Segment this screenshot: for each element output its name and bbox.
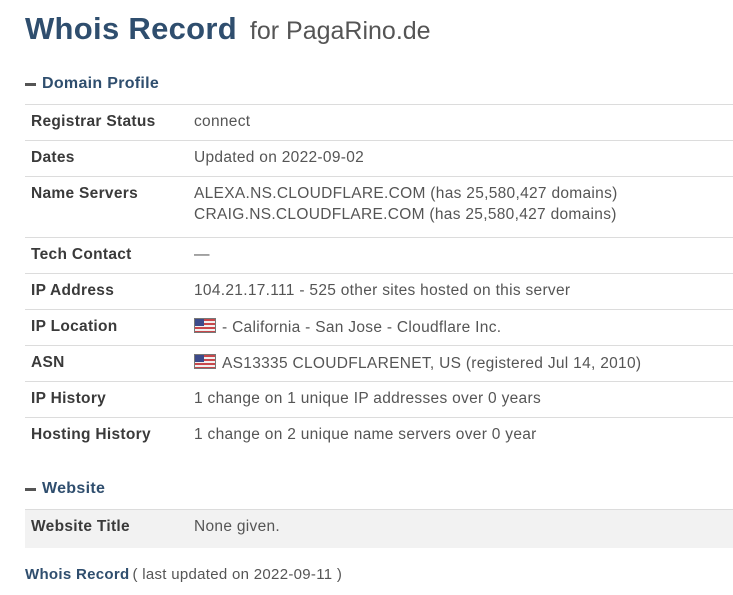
table-row: Website Title None given. bbox=[25, 509, 733, 548]
footer: Whois Record( last updated on 2022-09-11… bbox=[25, 566, 342, 583]
row-label: Hosting History bbox=[25, 417, 194, 454]
name-server-2[interactable]: CRAIG.NS.CLOUDFLARE.COM (has 25,580,427 … bbox=[194, 206, 733, 224]
row-value: Updated on 2022-09-02 bbox=[194, 140, 733, 177]
row-value: None given. bbox=[194, 509, 733, 548]
row-label: Website Title bbox=[25, 509, 194, 548]
table-row: Tech Contact — bbox=[25, 237, 733, 274]
row-label: Name Servers bbox=[25, 176, 194, 238]
page-title: Whois Record for PagaRino.de bbox=[25, 10, 431, 47]
table-row: IP History 1 change on 1 unique IP addre… bbox=[25, 381, 733, 418]
name-server-1[interactable]: ALEXA.NS.CLOUDFLARE.COM (has 25,580,427 … bbox=[194, 185, 733, 203]
row-label: Registrar Status bbox=[25, 104, 194, 141]
whois-record-link[interactable]: Whois Record bbox=[25, 566, 129, 583]
us-flag-icon bbox=[194, 354, 216, 369]
website-table: Website Title None given. bbox=[25, 509, 733, 548]
ip-location-value: - California - San Jose - Cloudflare Inc… bbox=[222, 319, 502, 336]
collapse-minus-icon bbox=[25, 82, 36, 86]
row-label: IP Location bbox=[25, 309, 194, 346]
row-value: — bbox=[194, 237, 733, 274]
page-title-main: Whois Record bbox=[25, 11, 238, 46]
website-heading: Website bbox=[42, 480, 106, 497]
domain-profile-heading: Domain Profile bbox=[42, 75, 160, 92]
page-title-domain: for PagaRino.de bbox=[249, 17, 431, 45]
row-value[interactable]: 104.21.17.111 - 525 other sites hosted o… bbox=[194, 273, 733, 310]
us-flag-icon bbox=[194, 318, 216, 333]
row-label: Tech Contact bbox=[25, 237, 194, 274]
row-label: Dates bbox=[25, 140, 194, 177]
domain-profile-toggle[interactable]: Domain Profile bbox=[25, 75, 159, 93]
table-row: IP Location - California - San Jose - Cl… bbox=[25, 309, 733, 346]
website-toggle[interactable]: Website bbox=[25, 480, 105, 498]
row-value: - California - San Jose - Cloudflare Inc… bbox=[194, 309, 733, 346]
table-row: Name Servers ALEXA.NS.CLOUDFLARE.COM (ha… bbox=[25, 176, 733, 238]
row-value[interactable]: 1 change on 2 unique name servers over 0… bbox=[194, 417, 733, 454]
table-row: Dates Updated on 2022-09-02 bbox=[25, 140, 733, 177]
table-row: IP Address 104.21.17.111 - 525 other sit… bbox=[25, 273, 733, 310]
last-updated-note: ( last updated on 2022-09-11 ) bbox=[132, 566, 343, 583]
row-value[interactable]: 1 change on 1 unique IP addresses over 0… bbox=[194, 381, 733, 418]
row-label: IP Address bbox=[25, 273, 194, 310]
row-value: AS13335 CLOUDFLARENET, US (registered Ju… bbox=[194, 345, 733, 382]
asn-value: AS13335 CLOUDFLARENET, US (registered Ju… bbox=[222, 355, 642, 372]
table-row: Registrar Status connect bbox=[25, 104, 733, 141]
row-value: connect bbox=[194, 104, 733, 141]
collapse-minus-icon bbox=[25, 487, 36, 491]
table-row: Hosting History 1 change on 2 unique nam… bbox=[25, 417, 733, 454]
row-label: IP History bbox=[25, 381, 194, 418]
domain-profile-table: Registrar Status connect Dates Updated o… bbox=[25, 104, 733, 454]
table-row: ASN AS13335 CLOUDFLARENET, US (registere… bbox=[25, 345, 733, 382]
row-value: ALEXA.NS.CLOUDFLARE.COM (has 25,580,427 … bbox=[194, 176, 733, 238]
row-label: ASN bbox=[25, 345, 194, 382]
